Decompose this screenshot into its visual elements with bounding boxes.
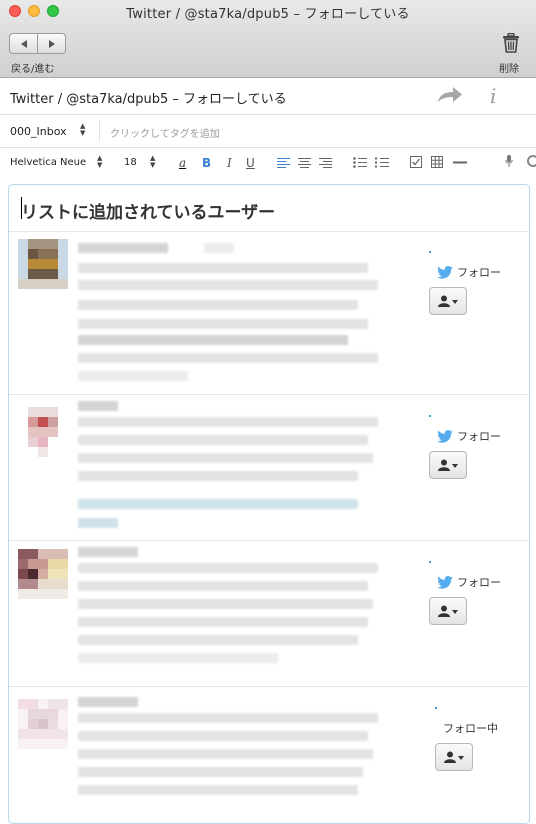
avatar	[18, 407, 68, 457]
forward-button[interactable]	[37, 34, 65, 53]
follow-label: フォロー	[457, 428, 501, 444]
horizontal-rule-icon[interactable]	[453, 161, 467, 164]
font-family-chevron-icon[interactable]: ▲▼	[97, 155, 102, 169]
divider	[99, 120, 100, 142]
indicator-dot	[435, 707, 437, 709]
twitter-bird-icon	[437, 576, 453, 589]
follow-button[interactable]: フォロー	[437, 264, 501, 280]
font-size-select[interactable]: 18	[124, 157, 137, 168]
avatar	[18, 239, 68, 289]
forward-icon	[49, 40, 55, 48]
avatar	[18, 699, 68, 749]
follow-button[interactable]: フォロー	[437, 574, 501, 590]
align-left-icon[interactable]	[277, 158, 290, 168]
back-icon	[21, 40, 27, 48]
trash-icon[interactable]	[502, 33, 520, 53]
follow-button[interactable]: フォロー	[437, 428, 501, 444]
indicator-dot	[429, 251, 431, 253]
divider	[9, 540, 530, 541]
user-actions-button[interactable]	[429, 597, 467, 625]
align-right-icon[interactable]	[319, 158, 332, 168]
follow-label: フォロー	[457, 264, 501, 280]
twitter-bird-icon	[437, 430, 453, 443]
back-forward-control	[9, 33, 66, 54]
divider	[9, 686, 530, 687]
chevron-down-icon	[452, 300, 458, 304]
user-actions-button[interactable]	[429, 287, 467, 315]
back-forward-label: 戻る/進む	[11, 60, 54, 75]
font-size-chevron-icon[interactable]: ▲▼	[150, 155, 155, 169]
user-actions-button[interactable]	[435, 743, 473, 771]
info-icon[interactable]: i	[490, 84, 496, 108]
following-status[interactable]: フォロー中	[443, 720, 498, 736]
user-icon	[444, 751, 456, 763]
delete-label: 削除	[499, 60, 519, 75]
note-content[interactable]: リストに追加されているユーザー フォロー	[8, 184, 530, 824]
table-icon[interactable]	[431, 156, 443, 168]
font-family-select[interactable]: Helvetica Neue	[10, 157, 86, 168]
divider	[0, 147, 536, 148]
chevron-down-icon	[452, 464, 458, 468]
window-titlebar: Twitter / @sta7ka/dpub5 – フォローしている 戻る/進む…	[0, 0, 536, 78]
note-title[interactable]: Twitter / @sta7ka/dpub5 – フォローしている	[10, 88, 287, 107]
user-icon	[438, 459, 450, 471]
checkbox-icon[interactable]	[410, 156, 422, 168]
twitter-bird-icon	[437, 266, 453, 279]
content-heading: リストに追加されているユーザー	[21, 198, 275, 223]
microphone-icon[interactable]	[505, 155, 513, 167]
divider	[0, 114, 536, 115]
user-icon	[438, 605, 450, 617]
text-color-button[interactable]: a	[179, 156, 186, 170]
tag-input[interactable]: クリックしてタグを追加	[110, 125, 220, 140]
share-icon[interactable]	[436, 86, 464, 104]
follow-label: フォロー	[457, 574, 501, 590]
bold-button[interactable]: B	[202, 156, 211, 170]
divider	[9, 231, 530, 232]
chevron-down-icon	[452, 610, 458, 614]
back-button[interactable]	[10, 34, 37, 53]
align-center-icon[interactable]	[298, 158, 311, 168]
avatar	[18, 549, 68, 599]
divider	[9, 394, 530, 395]
user-actions-button[interactable]	[429, 451, 467, 479]
notebook-selector[interactable]: 000_Inbox	[10, 125, 67, 138]
italic-button[interactable]: I	[227, 156, 232, 170]
numbered-list-icon[interactable]	[375, 157, 389, 168]
bulleted-list-icon[interactable]	[353, 157, 367, 168]
indicator-dot	[429, 561, 431, 563]
notebook-chevron-icon[interactable]: ▲▼	[80, 123, 85, 137]
underline-button[interactable]: U	[246, 156, 255, 170]
chevron-down-icon	[458, 756, 464, 760]
window-title: Twitter / @sta7ka/dpub5 – フォローしている	[0, 3, 536, 22]
gear-icon[interactable]	[527, 155, 536, 167]
indicator-dot	[429, 415, 431, 417]
user-icon	[438, 295, 450, 307]
